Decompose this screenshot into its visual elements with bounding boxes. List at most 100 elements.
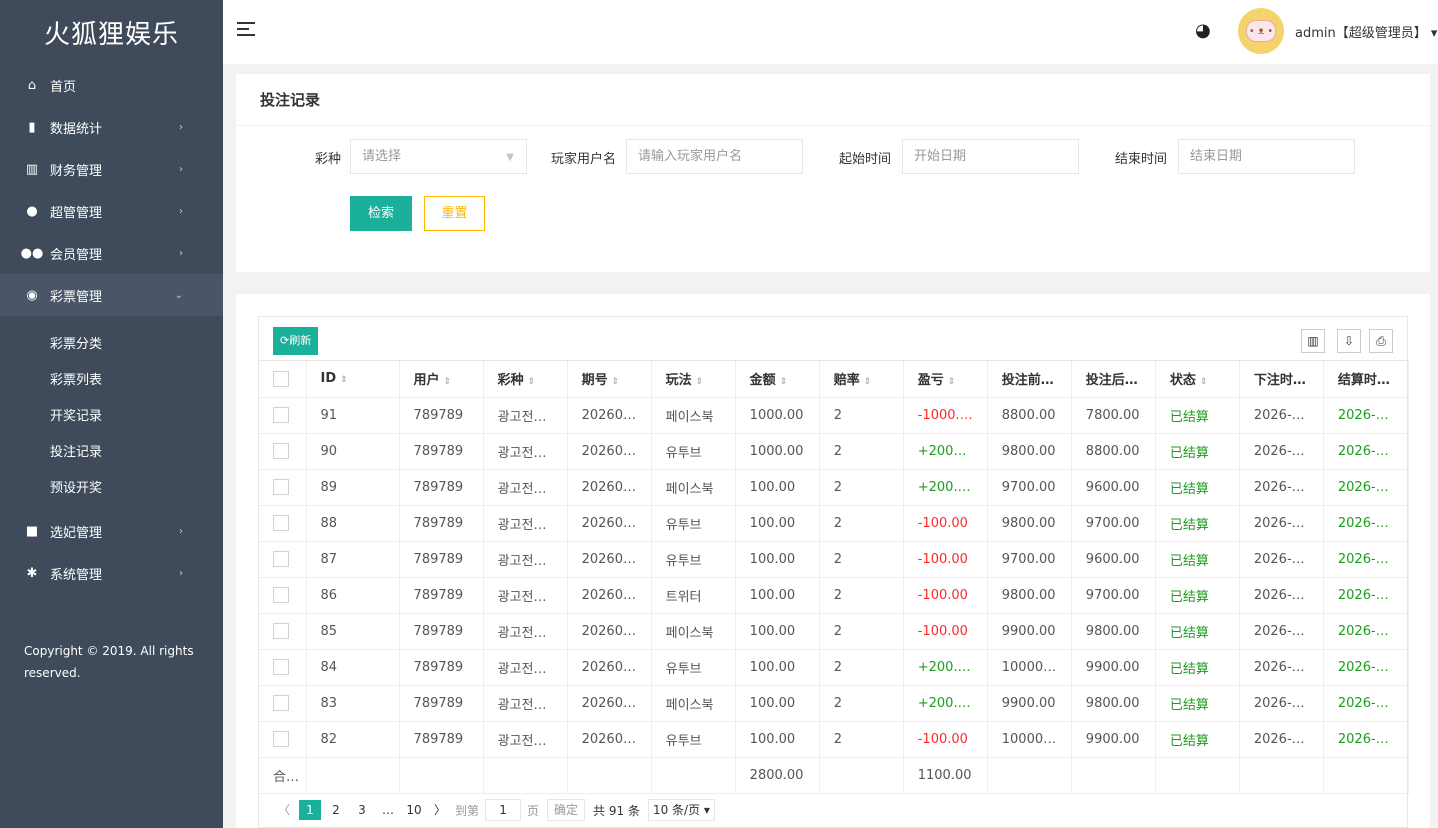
row-checkbox[interactable] (273, 695, 289, 711)
page-title: 投注记录 (236, 74, 1430, 126)
table-cell: 페이스북 (651, 397, 736, 434)
table-cell: 已结算 (1155, 505, 1240, 542)
column-header[interactable]: 状态 ⇕ (1155, 361, 1240, 398)
submenu-item-lottery-category[interactable]: 彩票分类 (0, 324, 223, 360)
goto-confirm-button[interactable]: 确定 (547, 799, 586, 821)
print-icon[interactable]: ⎙ (1369, 329, 1393, 353)
table-cell: 2026-0… (1239, 685, 1324, 722)
sidebar-item-finance[interactable]: ▥ 财务管理 › (0, 148, 223, 190)
row-checkbox[interactable] (273, 623, 289, 639)
row-checkbox[interactable] (273, 443, 289, 459)
row-checkbox[interactable] (273, 731, 289, 747)
column-header[interactable]: 下注时… ⇕ (1239, 361, 1324, 398)
lottery-select[interactable]: 请选择 ▼ (350, 139, 527, 174)
table-row[interactable]: 86 789789 광고전… 20260… 트위터 100.00 2 -100.00 9800.… (259, 577, 1410, 614)
column-header[interactable]: 玩法 ⇕ (651, 361, 736, 398)
table-cell: 2026-0… (1239, 577, 1324, 614)
table-cell: 20260… (567, 721, 652, 758)
palette-icon[interactable]: ◕ (1195, 20, 1211, 41)
column-header[interactable]: 彩种 ⇕ (483, 361, 568, 398)
row-checkbox[interactable] (273, 407, 289, 423)
submenu-item-bet-records[interactable]: 投注记录 (0, 432, 223, 468)
table-cell: 789789 (399, 433, 484, 470)
page-size-select[interactable]: 10 条/页 ▾ (647, 799, 715, 821)
column-header[interactable]: ID ⇕ (306, 361, 400, 398)
sidebar-item-label: 超管管理 (50, 205, 103, 221)
table-row[interactable]: 90 789789 광고전… 20260… 유투브 1000.00 2 +2000.00 980… (259, 433, 1410, 470)
table-header-row: ID ⇕ 用户 ⇕ 彩种 ⇕ 期号 ⇕ 玩法 ⇕ 金额 ⇕ 赔率 ⇕ 盈亏 ⇕ 投注前… 投注后… (259, 361, 1410, 398)
goto-page-input[interactable]: 1 (485, 799, 522, 821)
table-row[interactable]: 87 789789 광고전… 20260… 유투브 100.00 2 -100.00 9700.… (259, 541, 1410, 578)
column-header[interactable]: 金额 ⇕ (735, 361, 820, 398)
sidebar-item-lottery[interactable]: ◉ 彩票管理 ⌄ (0, 274, 223, 316)
menu-toggle-icon[interactable] (237, 22, 255, 38)
table-row[interactable]: 83 789789 광고전… 20260… 페이스북 100.00 2 +200.00 9900… (259, 685, 1410, 722)
table-cell: 2 (819, 505, 904, 542)
submenu-item-lottery-list[interactable]: 彩票列表 (0, 360, 223, 396)
column-header[interactable]: 用户 ⇕ (399, 361, 484, 398)
table-cell: 91 (306, 397, 400, 434)
submenu-item-preset-draw[interactable]: 预设开奖 (0, 468, 223, 504)
player-username-input[interactable]: 请输入玩家用户名 (626, 139, 803, 174)
row-checkbox[interactable] (273, 659, 289, 675)
table-cell: 已结算 (1155, 613, 1240, 650)
select-all-checkbox[interactable] (273, 370, 289, 387)
user-menu[interactable]: admin【超级管理员】 ▾ (1295, 22, 1437, 41)
column-header[interactable]: 投注前… (987, 361, 1072, 398)
chevron-down-icon: ⌄ (174, 289, 183, 301)
page-button[interactable]: 3 (351, 800, 373, 820)
top-header: ◕ • ᴥ • admin【超级管理员】 ▾ (223, 0, 1438, 64)
columns-filter-icon[interactable]: ▥ (1301, 329, 1325, 353)
users-icon: ●● (20, 245, 44, 261)
table-cell: 789789 (399, 721, 484, 758)
row-checkbox[interactable] (273, 551, 289, 567)
column-header[interactable]: 结算时… ⇕ (1323, 361, 1410, 398)
reset-button[interactable]: 重置 (424, 196, 485, 231)
sidebar-item-concubine[interactable]: ■ 选妃管理 › (0, 510, 223, 552)
page-button[interactable]: 10 (403, 800, 425, 820)
player-label: 玩家用户名 (550, 152, 616, 167)
sort-icon: ⇕ (611, 377, 620, 388)
table-cell: 페이스북 (651, 613, 736, 650)
export-icon[interactable]: ⇩ (1337, 329, 1361, 353)
table-row[interactable]: 88 789789 광고전… 20260… 유투브 100.00 2 -100.00 9800.… (259, 505, 1410, 542)
chevron-right-icon: › (179, 525, 183, 537)
submenu-item-draw-records[interactable]: 开奖记录 (0, 396, 223, 432)
table-cell: 20260… (567, 541, 652, 578)
table-row[interactable]: 91 789789 광고전… 20260… 페이스북 1000.00 2 -1000.00 88… (259, 397, 1410, 434)
search-button[interactable]: 检索 (350, 196, 412, 231)
table-row[interactable]: 85 789789 광고전… 20260… 페이스북 100.00 2 -100.00 9900… (259, 613, 1410, 650)
end-date-input[interactable]: 结束日期 (1178, 139, 1355, 174)
avatar[interactable]: • ᴥ • (1238, 8, 1284, 54)
table-cell: +200.00 (903, 649, 988, 686)
table-row[interactable]: 84 789789 광고전… 20260… 유투브 100.00 2 +200.00 10000… (259, 649, 1410, 686)
table-row[interactable]: 82 789789 광고전… 20260… 유투브 100.00 2 -100.00 10000… (259, 721, 1410, 758)
sidebar-item-home[interactable]: ⌂ 首页 (0, 64, 223, 106)
table-cell: 100.00 (735, 469, 820, 506)
row-checkbox[interactable] (273, 515, 289, 531)
next-page-button[interactable]: 〉 (429, 800, 451, 820)
page-button[interactable]: 1 (299, 800, 321, 820)
sidebar-item-members[interactable]: ●● 会员管理 › (0, 232, 223, 274)
sidebar-item-system[interactable]: ✱ 系统管理 › (0, 552, 223, 594)
table-cell: 83 (306, 685, 400, 722)
sidebar-item-admins[interactable]: ● 超管管理 › (0, 190, 223, 232)
table-row[interactable]: 89 789789 광고전… 20260… 페이스북 100.00 2 +200.00 9700… (259, 469, 1410, 506)
prev-page-button[interactable]: 〈 (273, 800, 295, 820)
page-button[interactable]: 2 (325, 800, 347, 820)
total-amount: 2800.00 (735, 757, 820, 794)
refresh-button[interactable]: ⟳刷新 (273, 327, 319, 355)
table-cell: 100.00 (735, 613, 820, 650)
column-header[interactable]: 期号 ⇕ (567, 361, 652, 398)
start-date-input[interactable]: 开始日期 (902, 139, 1079, 174)
sidebar-item-statistics[interactable]: ▮ 数据统计 › (0, 106, 223, 148)
row-checkbox[interactable] (273, 587, 289, 603)
row-checkbox[interactable] (273, 479, 289, 495)
column-header[interactable]: 赔率 ⇕ (819, 361, 904, 398)
table-cell: 페이스북 (651, 685, 736, 722)
column-header[interactable]: 盈亏 ⇕ (903, 361, 988, 398)
table-cell: 789789 (399, 577, 484, 614)
column-header[interactable]: 投注后… (1071, 361, 1156, 398)
bet-records-table: ID ⇕ 用户 ⇕ 彩种 ⇕ 期号 ⇕ 玩法 ⇕ 金额 ⇕ 赔率 ⇕ 盈亏 ⇕ 投注前… 投注后… (259, 361, 1410, 794)
copyright-text: Copyright © 2019. All rights reserved. (24, 644, 194, 680)
